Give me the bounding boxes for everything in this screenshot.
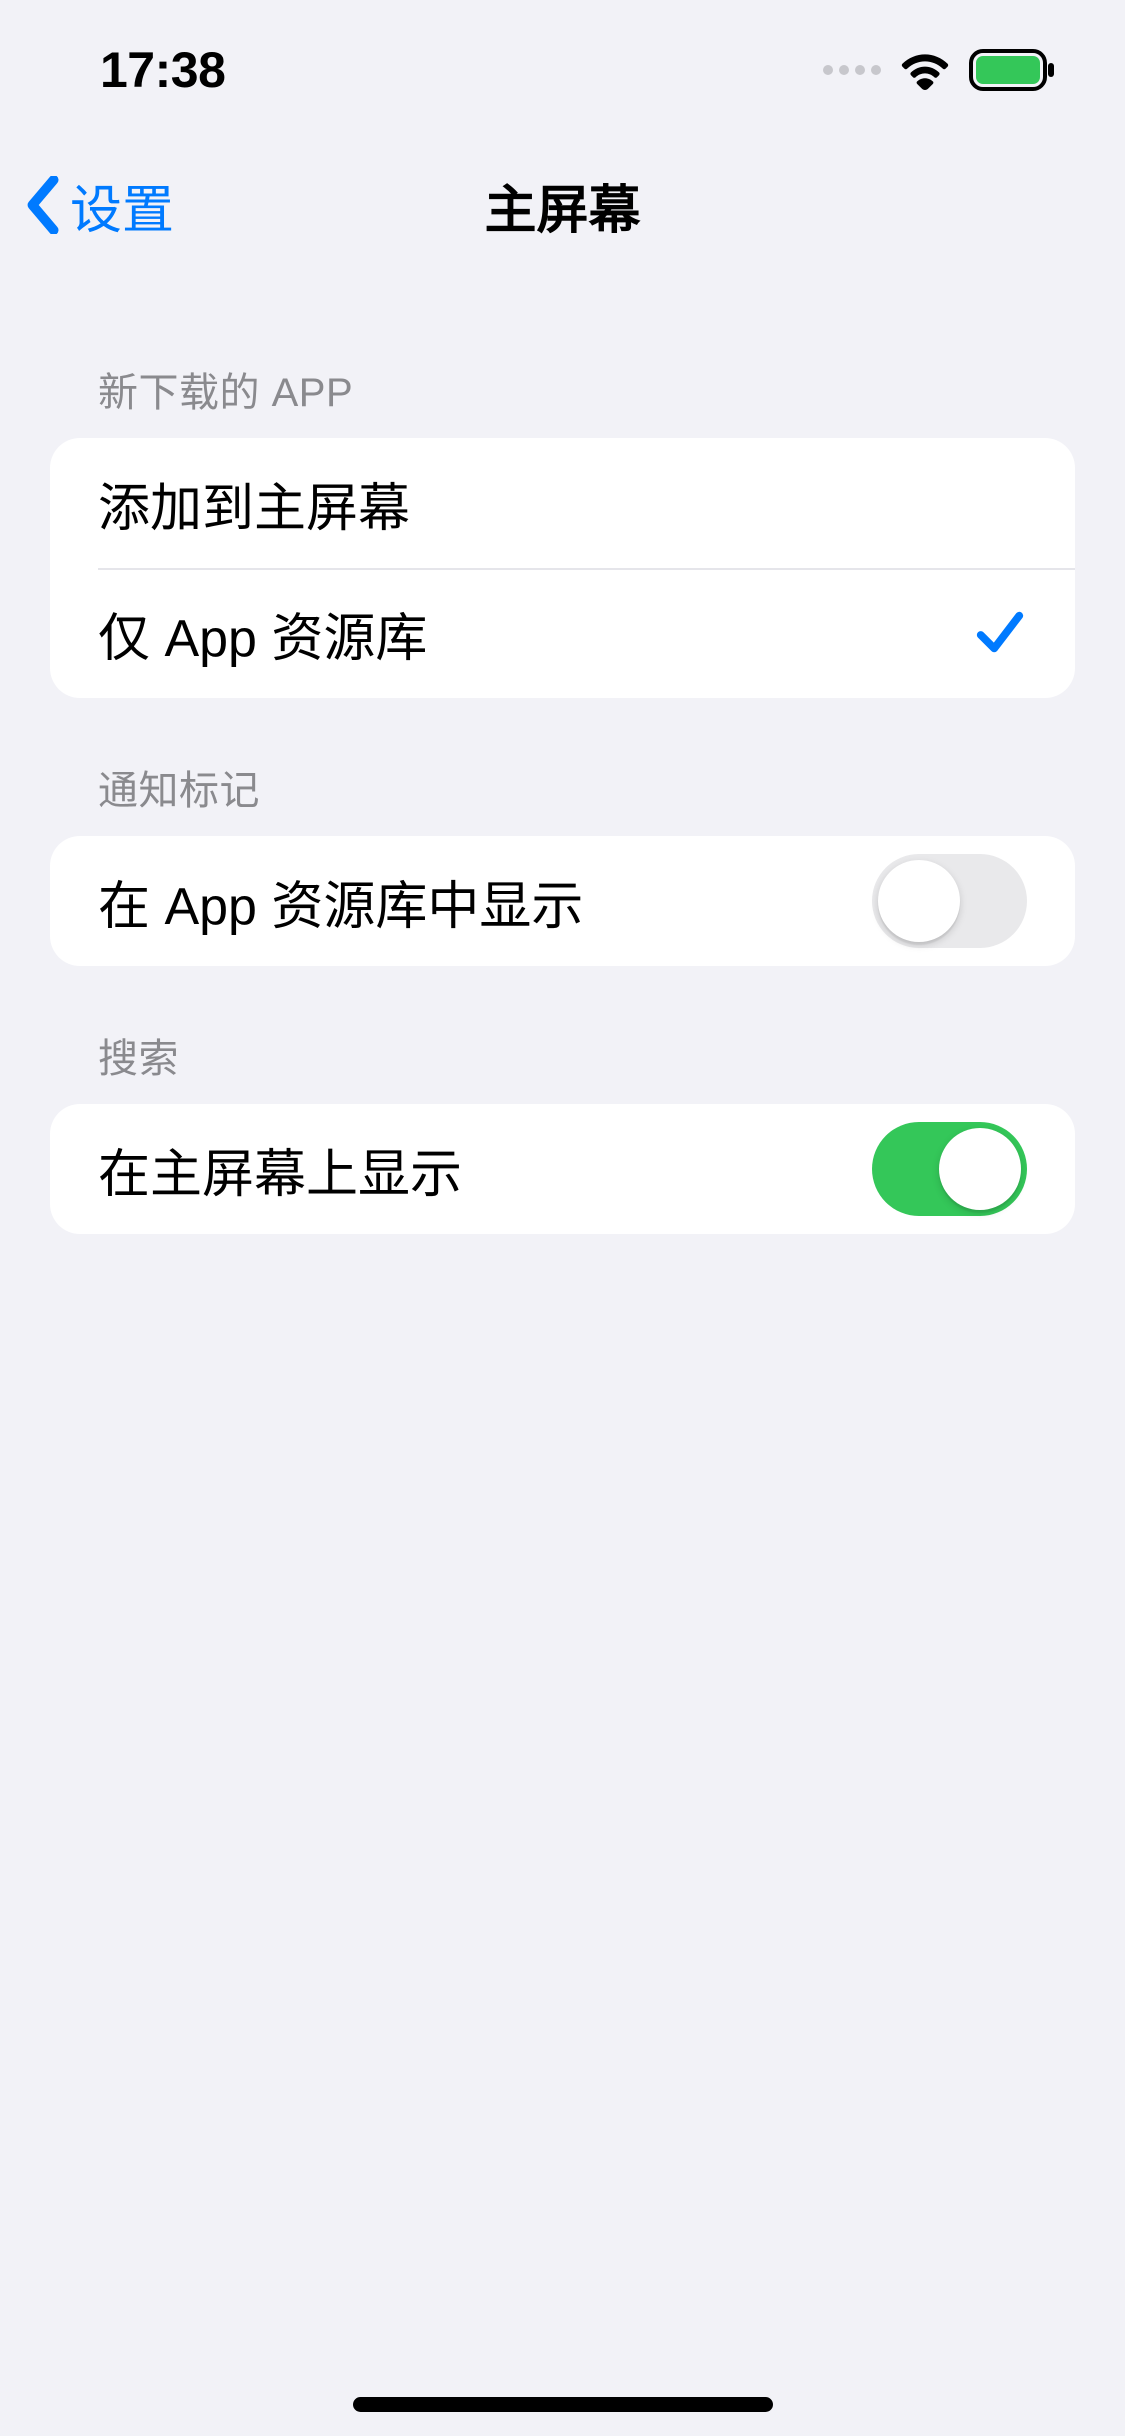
status-time: 17:38 [100,41,225,99]
row-label: 仅 App 资源库 [98,596,427,671]
battery-icon [969,49,1055,91]
back-label: 设置 [70,168,174,243]
section-header-notification-badges: 通知标记 [50,698,1075,836]
row-app-library-only[interactable]: 仅 App 资源库 [50,568,1075,698]
group-new-downloads: 添加到主屏幕 仅 App 资源库 [50,438,1075,698]
row-label: 在主屏幕上显示 [98,1132,462,1207]
row-label: 在 App 资源库中显示 [98,864,583,939]
wifi-icon [899,50,951,90]
back-button[interactable]: 设置 [24,168,174,243]
section-header-new-downloads: 新下载的 APP [50,270,1075,438]
toggle-show-in-app-library[interactable] [872,854,1027,948]
content: 新下载的 APP 添加到主屏幕 仅 App 资源库 通知标记 在 App 资源库… [0,270,1125,1234]
cellular-dots-icon [823,65,881,75]
group-search: 在主屏幕上显示 [50,1104,1075,1234]
status-indicators [823,49,1055,91]
page-title: 主屏幕 [484,168,640,243]
home-indicator[interactable] [353,2397,773,2412]
toggle-show-on-home-screen[interactable] [872,1122,1027,1216]
group-notification-badges: 在 App 资源库中显示 [50,836,1075,966]
row-label: 添加到主屏幕 [98,466,410,541]
row-show-in-app-library: 在 App 资源库中显示 [50,836,1075,966]
checkmark-icon [973,606,1027,660]
chevron-left-icon [24,176,64,234]
row-show-on-home-screen: 在主屏幕上显示 [50,1104,1075,1234]
section-header-search: 搜索 [50,966,1075,1104]
row-add-to-home-screen[interactable]: 添加到主屏幕 [50,438,1075,568]
status-bar: 17:38 [0,0,1125,140]
navigation-bar: 设置 主屏幕 [0,140,1125,270]
